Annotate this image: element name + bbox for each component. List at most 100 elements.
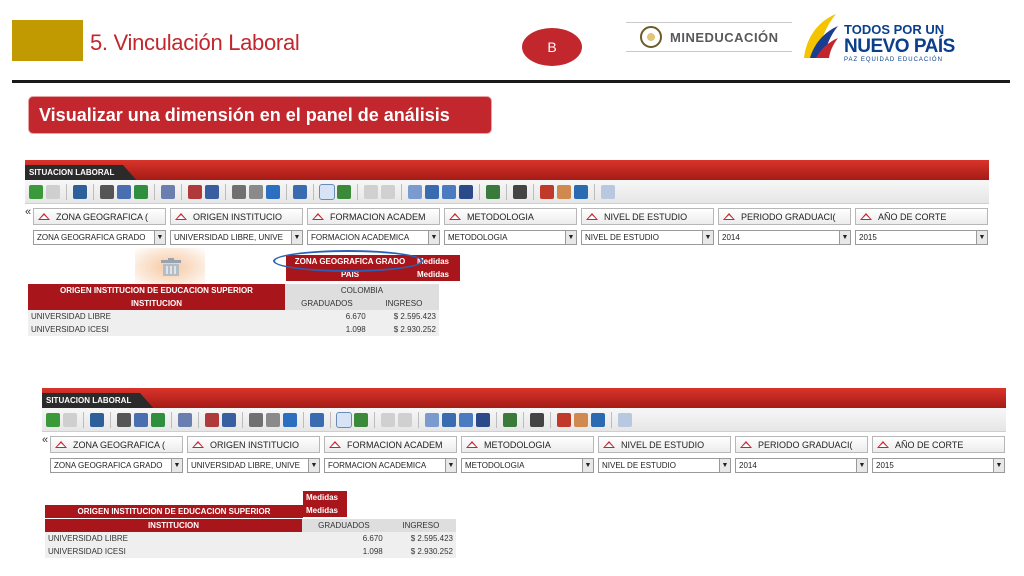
data-icon[interactable] — [425, 412, 439, 427]
sum-icon[interactable] — [442, 184, 456, 199]
gavel-icon[interactable] — [557, 412, 571, 427]
axis-icon[interactable] — [266, 184, 280, 199]
select-formacion-academica[interactable]: FORMACION ACADEMICA ▼ — [307, 230, 440, 245]
pivot-icon[interactable] — [310, 412, 324, 427]
tag-icon[interactable] — [530, 412, 544, 427]
chevron-down-icon[interactable]: ▼ — [993, 459, 1004, 472]
chevron-down-icon[interactable]: ▼ — [308, 459, 319, 472]
cube-icon[interactable] — [574, 184, 588, 199]
align-left-icon[interactable] — [364, 184, 378, 199]
export-icon[interactable] — [73, 184, 87, 199]
chevron-down-icon[interactable]: ▼ — [976, 231, 987, 244]
dimension-ano-corte[interactable]: AÑO DE CORTE — [872, 436, 1005, 453]
dimension-ano-corte[interactable]: AÑO DE CORTE — [855, 208, 988, 225]
bar-chart-icon[interactable] — [249, 412, 263, 427]
info-icon[interactable] — [601, 184, 615, 199]
books-icon[interactable] — [476, 412, 490, 427]
report-icon[interactable] — [178, 412, 192, 427]
select-nivel-estudio[interactable]: NIVEL DE ESTUDIO ▼ — [581, 230, 714, 245]
chevron-down-icon[interactable]: ▼ — [856, 459, 867, 472]
chevron-down-icon[interactable]: ▼ — [171, 459, 182, 472]
panel-tab[interactable]: SITUACION LABORAL — [42, 393, 154, 408]
calc-icon[interactable] — [442, 412, 456, 427]
settings-icon[interactable] — [486, 184, 500, 199]
chevron-down-icon[interactable]: ▼ — [565, 231, 576, 244]
dimension-nivel-estudio[interactable]: NIVEL DE ESTUDIO — [581, 208, 714, 225]
chevron-down-icon[interactable]: ▼ — [582, 459, 593, 472]
report-icon[interactable] — [161, 184, 175, 199]
redo-icon[interactable] — [63, 412, 77, 427]
panel-tab[interactable]: SITUACION LABORAL — [25, 165, 137, 180]
dimension-metodologia[interactable]: METODOLOGIA — [461, 436, 594, 453]
chart-type-icon[interactable] — [354, 412, 368, 427]
select-origen-institucion[interactable]: UNIVERSIDAD LIBRE, UNIVE ▼ — [170, 230, 303, 245]
chevron-down-icon[interactable]: ▼ — [702, 231, 713, 244]
row-dimension-header[interactable]: INSTITUCION — [45, 519, 302, 532]
pin-icon[interactable] — [574, 412, 588, 427]
chevron-down-icon[interactable]: ▼ — [839, 231, 850, 244]
data-icon[interactable] — [408, 184, 422, 199]
row-dimension-header[interactable]: ORIGEN INSTITUCION DE EDUCACION SUPERIOR — [28, 284, 285, 297]
select-formacion-academica[interactable]: FORMACION ACADEMICA ▼ — [324, 458, 457, 473]
tag-icon[interactable] — [513, 184, 527, 199]
dimension-formacion-academica[interactable]: FORMACION ACADEM — [324, 436, 457, 453]
dimension-zona-geografica[interactable]: ZONA GEOGRAFICA ( — [33, 208, 166, 225]
chart-icon[interactable] — [188, 184, 202, 199]
select-periodo-graduacion[interactable]: 2014 ▼ — [735, 458, 868, 473]
axis-icon[interactable] — [283, 412, 297, 427]
calc-icon[interactable] — [425, 184, 439, 199]
dimension-periodo-graduacion[interactable]: PERIODO GRADUACI( — [735, 436, 868, 453]
dimension-origen-institucion[interactable]: ORIGEN INSTITUCIO — [170, 208, 303, 225]
pin-icon[interactable] — [557, 184, 571, 199]
dimension-metodologia[interactable]: METODOLOGIA — [444, 208, 577, 225]
sum-icon[interactable] — [459, 412, 473, 427]
chevron-down-icon[interactable]: ▼ — [291, 231, 302, 244]
print-icon[interactable] — [117, 412, 131, 427]
link-icon[interactable] — [249, 184, 263, 199]
select-nivel-estudio[interactable]: NIVEL DE ESTUDIO ▼ — [598, 458, 731, 473]
refresh-icon[interactable] — [205, 184, 219, 199]
gavel-icon[interactable] — [540, 184, 554, 199]
undo-icon[interactable] — [29, 184, 43, 199]
chart-type-icon[interactable] — [337, 184, 351, 199]
excel-icon[interactable] — [151, 412, 165, 427]
undo-icon[interactable] — [46, 412, 60, 427]
info-icon[interactable] — [618, 412, 632, 427]
dimension-zona-geografica[interactable]: ZONA GEOGRAFICA ( — [50, 436, 183, 453]
refresh-icon[interactable] — [222, 412, 236, 427]
select-zona-geografica[interactable]: ZONA GEOGRAFICA GRADO ▼ — [50, 458, 183, 473]
row-dimension-header[interactable]: ORIGEN INSTITUCION DE EDUCACION SUPERIOR — [45, 505, 303, 518]
excel-icon[interactable] — [134, 184, 148, 199]
select-origen-institucion[interactable]: UNIVERSIDAD LIBRE, UNIVE ▼ — [187, 458, 320, 473]
align-center-icon[interactable] — [381, 184, 395, 199]
link-icon[interactable] — [266, 412, 280, 427]
print-icon[interactable] — [100, 184, 114, 199]
settings-icon[interactable] — [503, 412, 517, 427]
pdf-icon[interactable] — [134, 412, 148, 427]
row-dimension-header[interactable]: INSTITUCION — [28, 297, 285, 310]
pivot-icon[interactable] — [293, 184, 307, 199]
align-left-icon[interactable] — [381, 412, 395, 427]
select-metodologia[interactable]: METODOLOGIA ▼ — [444, 230, 577, 245]
redo-icon[interactable] — [46, 184, 60, 199]
dimension-origen-institucion[interactable]: ORIGEN INSTITUCIO — [187, 436, 320, 453]
export-icon[interactable] — [90, 412, 104, 427]
select-metodologia[interactable]: METODOLOGIA ▼ — [461, 458, 594, 473]
cube-icon[interactable] — [591, 412, 605, 427]
chevron-down-icon[interactable]: ▼ — [719, 459, 730, 472]
pdf-icon[interactable] — [117, 184, 131, 199]
dimension-nivel-estudio[interactable]: NIVEL DE ESTUDIO — [598, 436, 731, 453]
chart-icon[interactable] — [205, 412, 219, 427]
collapse-icon[interactable]: « — [25, 206, 31, 218]
table-icon[interactable] — [319, 183, 335, 200]
select-ano-corte[interactable]: 2015 ▼ — [855, 230, 988, 245]
select-zona-geografica[interactable]: ZONA GEOGRAFICA GRADO ▼ — [33, 230, 166, 245]
dimension-formacion-academica[interactable]: FORMACION ACADEM — [307, 208, 440, 225]
chevron-down-icon[interactable]: ▼ — [428, 231, 439, 244]
bar-chart-icon[interactable] — [232, 184, 246, 199]
select-ano-corte[interactable]: 2015 ▼ — [872, 458, 1005, 473]
align-center-icon[interactable] — [398, 412, 412, 427]
select-periodo-graduacion[interactable]: 2014 ▼ — [718, 230, 851, 245]
books-icon[interactable] — [459, 184, 473, 199]
chevron-down-icon[interactable]: ▼ — [154, 231, 165, 244]
